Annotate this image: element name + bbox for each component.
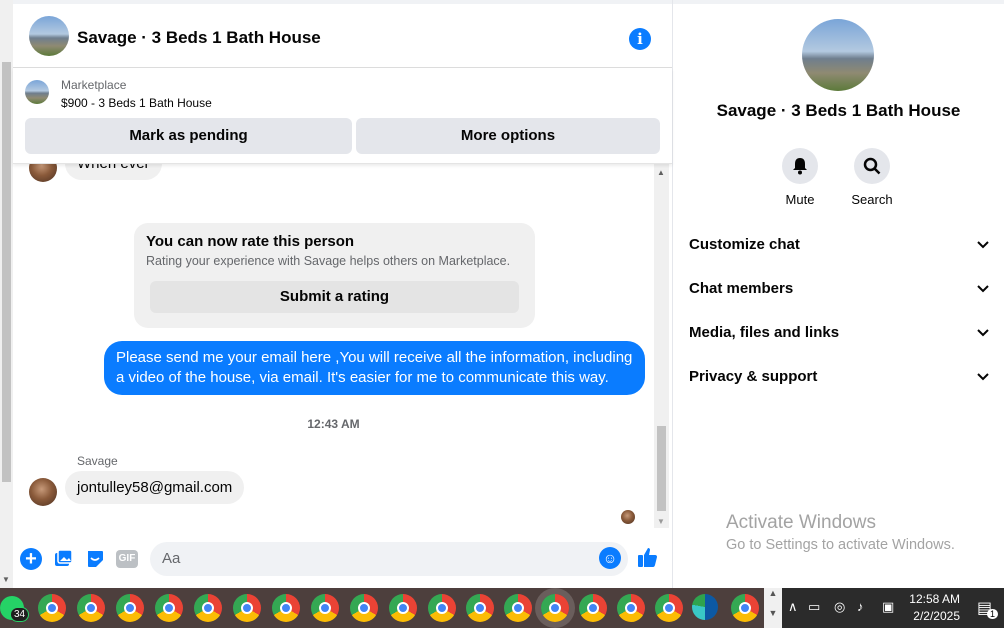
edge-icon[interactable] <box>692 594 718 620</box>
chrome-icon[interactable] <box>579 594 607 622</box>
clock-time[interactable]: 12:58 AM <box>908 592 960 606</box>
system-tray: ∧ ▭ ◎ ♪ ▣ 12:58 AM 2/2/2025 ▤ 1 <box>782 588 1004 628</box>
chat-header: Savage · 3 Beds 1 Bath House i <box>13 0 672 68</box>
section-customize-chat[interactable]: Customize chat <box>689 230 989 260</box>
photo-icon[interactable] <box>52 548 74 570</box>
section-label: Chat members <box>689 280 794 297</box>
message-list: When ever You can now rate this person R… <box>13 164 672 530</box>
avatar[interactable] <box>29 478 57 506</box>
chevron-down-icon <box>977 318 989 359</box>
gif-icon[interactable]: GIF <box>116 550 138 568</box>
chrome-icon[interactable] <box>116 594 144 622</box>
search-icon[interactable] <box>854 148 890 184</box>
chrome-icon[interactable] <box>389 594 417 622</box>
search-label: Search <box>851 192 893 207</box>
listing-thumbnail[interactable] <box>25 80 49 104</box>
chrome-icon[interactable] <box>428 594 456 622</box>
rate-card-title: You can now rate this person <box>146 233 355 250</box>
section-label: Media, files and links <box>689 324 840 341</box>
battery-icon[interactable]: ▭ <box>808 599 820 615</box>
outgoing-message: Please send me your email here ,You will… <box>104 341 645 395</box>
chrome-icon[interactable] <box>466 594 494 622</box>
chrome-icon[interactable] <box>77 594 105 622</box>
thumbs-up-icon[interactable] <box>637 546 659 568</box>
sticker-icon[interactable] <box>84 548 106 570</box>
clock-date[interactable]: 2/2/2025 <box>908 609 960 623</box>
section-label: Privacy & support <box>689 368 818 385</box>
page-scrollbar[interactable]: ▼ <box>0 0 13 588</box>
chrome-icon[interactable] <box>311 594 339 622</box>
activate-windows-title: Activate Windows <box>726 512 876 533</box>
page-scrollbar-thumb[interactable] <box>2 62 11 482</box>
scroll-down-arrow-icon[interactable]: ▼ <box>657 517 665 526</box>
message-timestamp: 12:43 AM <box>307 417 360 431</box>
scroll-up-arrow-icon[interactable]: ▲ <box>657 168 665 177</box>
plus-icon[interactable]: + <box>20 548 42 570</box>
section-chat-members[interactable]: Chat members <box>689 274 989 304</box>
seen-indicator-avatar <box>621 510 635 524</box>
mute-button[interactable]: Mute <box>770 148 830 207</box>
mark-as-pending-button[interactable]: Mark as pending <box>25 118 352 154</box>
mute-label: Mute <box>785 192 815 207</box>
search-button[interactable]: Search <box>842 148 902 207</box>
chrome-icon[interactable] <box>38 594 66 622</box>
chevron-down-icon <box>977 362 989 403</box>
taskbar: 34 ▲ ▼ ∧ ▭ ◎ ♪ ▣ 12:58 AM 2/2/2025 ▤ 1 <box>0 588 1004 628</box>
incoming-message-partial: When ever <box>65 164 162 180</box>
info-icon[interactable]: i <box>629 28 651 50</box>
chat-title[interactable]: Savage · 3 Beds 1 Bath House <box>77 28 321 48</box>
submit-rating-button[interactable]: Submit a rating <box>150 281 519 313</box>
incoming-message: jontulley58@gmail.com <box>65 471 245 504</box>
volume-icon[interactable]: ♪ <box>857 599 864 614</box>
bell-icon[interactable] <box>782 148 818 184</box>
section-media-files-links[interactable]: Media, files and links <box>689 318 989 348</box>
camera-icon[interactable]: ◎ <box>834 599 845 615</box>
avatar[interactable] <box>29 164 57 182</box>
notification-badge: 1 <box>987 609 999 619</box>
rate-person-card: You can now rate this person Rating your… <box>134 223 535 328</box>
details-panel: Savage · 3 Beds 1 Bath House Mute Search… <box>673 0 1004 588</box>
chrome-icon[interactable] <box>617 594 645 622</box>
chrome-icon[interactable] <box>272 594 300 622</box>
chat-panel: Savage · 3 Beds 1 Bath House i Marketpla… <box>13 0 672 588</box>
chrome-icon[interactable] <box>233 594 261 622</box>
chrome-icon[interactable] <box>504 594 532 622</box>
chrome-icon[interactable] <box>155 594 183 622</box>
chrome-icon[interactable] <box>655 594 683 622</box>
rate-card-subtitle: Rating your experience with Savage helps… <box>146 254 511 268</box>
listing-avatar[interactable] <box>29 16 69 56</box>
whatsapp-badge: 34 <box>10 607 30 622</box>
listing-title[interactable]: $900 - 3 Beds 1 Bath House <box>61 96 212 110</box>
section-label: Customize chat <box>689 236 800 253</box>
chrome-icon[interactable] <box>350 594 378 622</box>
emoji-icon[interactable]: ☺ <box>599 547 621 569</box>
messages-scrollbar-thumb[interactable] <box>657 426 666 511</box>
listing-avatar-large[interactable] <box>802 19 874 91</box>
marketplace-bar: Marketplace $900 - 3 Beds 1 Bath House M… <box>13 68 672 164</box>
panel-title: Savage · 3 Beds 1 Bath House <box>716 101 961 120</box>
network-icon[interactable]: ▣ <box>882 599 894 615</box>
chrome-icon[interactable] <box>731 594 759 622</box>
composer: + GIF Aa ☺ <box>13 530 672 588</box>
section-privacy-support[interactable]: Privacy & support <box>689 362 989 392</box>
marketplace-label: Marketplace <box>61 78 127 92</box>
chevron-up-icon[interactable]: ∧ <box>788 599 798 615</box>
scroll-down-arrow-icon[interactable]: ▼ <box>2 575 10 584</box>
more-options-button[interactable]: More options <box>356 118 660 154</box>
message-input[interactable]: Aa <box>150 542 628 576</box>
chevron-down-icon <box>977 274 989 315</box>
app-window: ▼ Savage · 3 Beds 1 Bath House i Marketp… <box>0 0 1004 628</box>
chrome-icon[interactable] <box>194 594 222 622</box>
messages-scrollbar[interactable]: ▲ ▼ <box>654 164 669 528</box>
sender-name: Savage <box>77 454 118 468</box>
chevron-down-icon <box>977 230 989 271</box>
taskbar-scroll[interactable]: ▲ ▼ <box>764 588 782 628</box>
activate-windows-subtitle: Go to Settings to activate Windows. <box>726 537 955 553</box>
chrome-icon-active[interactable] <box>541 594 569 622</box>
